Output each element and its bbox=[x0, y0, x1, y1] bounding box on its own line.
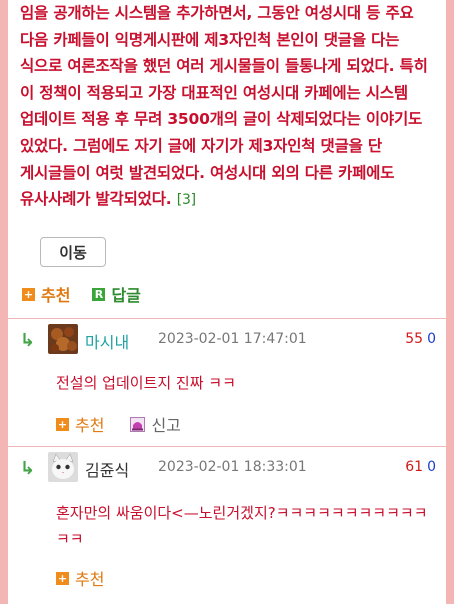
comment-body: 혼자만의 싸움이다<—노린거겠지?ㅋㅋㅋㅋㅋㅋㅋㅋㅋㅋㅋㅋㅋ bbox=[56, 504, 428, 548]
post-action-bar: + 추천 R 답글 bbox=[22, 282, 163, 306]
comment-header: ↳ 마시내 2023-02-01 17:47:01 55 0 bbox=[18, 324, 446, 356]
report-label: 신고 bbox=[151, 416, 181, 435]
plus-icon: + bbox=[56, 571, 69, 585]
comment-recommend-label: 추천 bbox=[75, 570, 105, 589]
comment-nickname[interactable]: 마시내 bbox=[85, 329, 129, 353]
siren-icon bbox=[130, 416, 146, 432]
post-frame: 임을 공개하는 시스템을 추가하면서, 그동안 여성시대 등 주요 다음 카페들… bbox=[8, 0, 446, 604]
divider bbox=[8, 318, 446, 319]
avatar-image-icon bbox=[48, 324, 78, 354]
article-body: 임을 공개하는 시스템을 추가하면서, 그동안 여성시대 등 주요 다음 카페들… bbox=[20, 0, 438, 214]
comment-body: 전설의 업데이트지 진짜 ㅋㅋ bbox=[56, 374, 236, 392]
downvote-count: 0 bbox=[427, 331, 436, 347]
report-button[interactable]: 신고 bbox=[130, 412, 181, 436]
recommend-button[interactable]: + 추천 bbox=[22, 282, 70, 306]
comment-recommend-label: 추천 bbox=[75, 416, 105, 435]
vote-counts: 61 0 bbox=[405, 459, 436, 475]
vote-counts: 55 0 bbox=[405, 331, 436, 347]
recommend-label: 추천 bbox=[41, 286, 71, 305]
comment-recommend-button[interactable]: + 추천 bbox=[56, 412, 104, 436]
comment-recommend-button[interactable]: + 추천 bbox=[56, 566, 104, 590]
reply-arrow-icon: ↳ bbox=[20, 330, 36, 351]
cat-avatar-icon bbox=[48, 452, 78, 482]
upvote-count: 55 bbox=[405, 331, 424, 347]
article-paragraph: 임을 공개하는 시스템을 추가하면서, 그동안 여성시대 등 주요 다음 카페들… bbox=[20, 4, 428, 209]
comment-actions: + 추천 bbox=[56, 566, 130, 590]
upvote-count: 61 bbox=[405, 459, 424, 475]
comment-date: 2023-02-01 17:47:01 bbox=[158, 331, 307, 347]
move-button[interactable]: 이동 bbox=[40, 237, 106, 267]
comment-nickname[interactable]: 김쥰식 bbox=[85, 457, 129, 481]
reply-badge-icon: R bbox=[92, 287, 106, 301]
avatar[interactable] bbox=[48, 324, 78, 354]
footnote-ref-link[interactable]: [3] bbox=[177, 192, 196, 208]
plus-icon: + bbox=[56, 417, 69, 431]
reply-arrow-icon: ↳ bbox=[20, 458, 36, 479]
avatar[interactable] bbox=[48, 452, 78, 482]
comment-date: 2023-02-01 18:33:01 bbox=[158, 459, 307, 475]
plus-icon: + bbox=[22, 287, 35, 301]
divider bbox=[8, 446, 446, 447]
comment-header: ↳ 김쥰식 2023-02-01 18:33:01 61 0 bbox=[18, 452, 446, 484]
comment-actions: + 추천 신고 bbox=[56, 412, 181, 436]
reply-label: 답글 bbox=[111, 286, 141, 305]
reply-button[interactable]: R 답글 bbox=[92, 282, 141, 306]
downvote-count: 0 bbox=[427, 459, 436, 475]
